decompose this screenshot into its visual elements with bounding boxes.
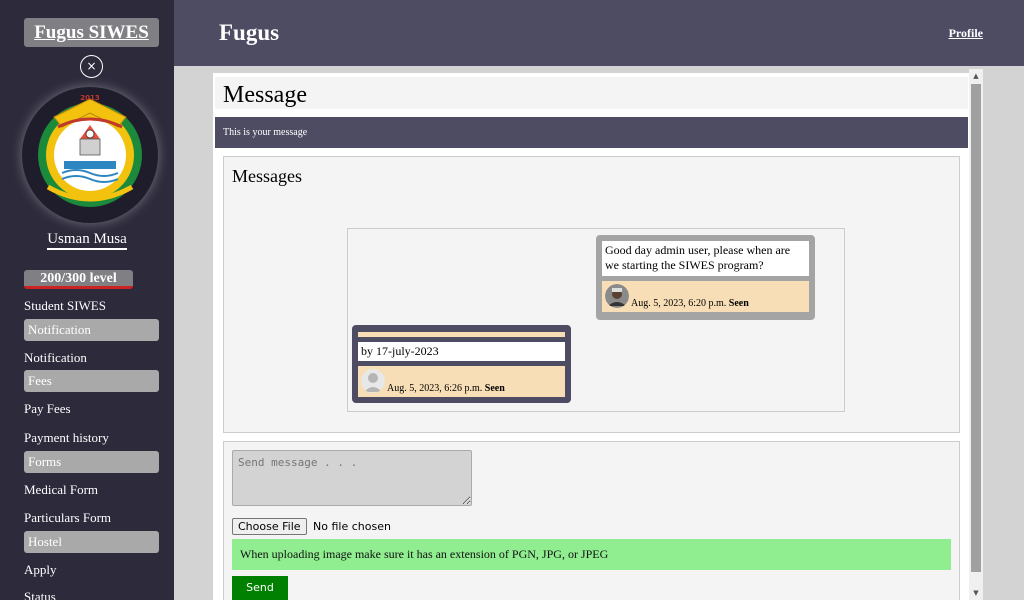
main-panel: Message This is your message Messages Go… xyxy=(213,73,969,600)
outgoing-message: by 17-july-2023 Aug. 5, 2023, 6:26 p.m. … xyxy=(352,325,571,403)
default-avatar-icon xyxy=(361,369,385,393)
file-upload: Choose File No file chosen xyxy=(232,518,391,535)
vertical-scrollbar[interactable]: ▲ ▼ xyxy=(969,69,983,600)
user-name-label: Usman Musa xyxy=(47,231,127,250)
chat-area[interactable]: Good day admin user, please when are we … xyxy=(347,228,845,412)
top-header: Fugus Profile xyxy=(174,0,1024,66)
sidebar-item-pay-fees[interactable]: Pay Fees xyxy=(24,401,71,417)
sidebar-section-notification[interactable]: Notification xyxy=(24,319,159,341)
user-photo-icon xyxy=(605,284,629,308)
scroll-thumb[interactable] xyxy=(971,84,981,572)
outgoing-message-meta: Aug. 5, 2023, 6:26 p.m. Seen xyxy=(358,366,565,397)
university-seal-icon: 2013 xyxy=(22,87,158,223)
page-title-bar: Message xyxy=(215,77,968,109)
sidebar: Fugus SIWES × 2013 Usman Musa 200/300 le… xyxy=(0,0,174,600)
sidebar-section-fees[interactable]: Fees xyxy=(24,370,159,392)
svg-text:2013: 2013 xyxy=(80,94,100,102)
message-input[interactable] xyxy=(232,450,472,506)
outgoing-seen-status: Seen xyxy=(484,383,505,394)
incoming-message-meta: Aug. 5, 2023, 6:20 p.m. Seen xyxy=(602,281,809,312)
sidebar-section-forms[interactable]: Forms xyxy=(24,451,159,473)
outgoing-message-text: by 17-july-2023 xyxy=(358,342,565,361)
no-file-text: No file chosen xyxy=(313,520,391,533)
close-sidebar-button[interactable]: × xyxy=(80,55,103,78)
sidebar-section-hostel[interactable]: Hostel xyxy=(24,531,159,553)
upload-hint: When uploading image make sure it has an… xyxy=(232,539,951,570)
sidebar-item-notification[interactable]: Notification xyxy=(24,350,87,366)
sidebar-item-particulars-form[interactable]: Particulars Form xyxy=(24,510,111,526)
incoming-message: Good day admin user, please when are we … xyxy=(596,235,815,320)
level-badge: 200/300 level xyxy=(24,270,133,289)
sidebar-item-student-siwes[interactable]: Student SIWES xyxy=(24,298,106,314)
sidebar-item-apply[interactable]: Apply xyxy=(24,562,57,578)
outgoing-meta-text: Aug. 5, 2023, 6:26 p.m. Seen xyxy=(387,383,505,394)
scroll-up-arrow-icon[interactable]: ▲ xyxy=(969,69,983,83)
message-banner: This is your message xyxy=(215,117,968,148)
sidebar-item-payment-history[interactable]: Payment history xyxy=(24,430,109,446)
outgoing-timestamp: Aug. 5, 2023, 6:26 p.m. xyxy=(387,383,483,394)
page-title: Message xyxy=(223,82,307,108)
user-name[interactable]: Usman Musa xyxy=(0,231,174,250)
messages-panel: Messages Good day admin user, please whe… xyxy=(223,156,960,433)
send-button[interactable]: Send xyxy=(232,576,288,600)
incoming-timestamp: Aug. 5, 2023, 6:20 p.m. xyxy=(631,298,727,309)
incoming-seen-status: Seen xyxy=(728,298,749,309)
sidebar-item-status[interactable]: Status xyxy=(24,589,56,600)
incoming-meta-text: Aug. 5, 2023, 6:20 p.m. Seen xyxy=(631,298,749,309)
choose-file-button[interactable]: Choose File xyxy=(232,518,307,535)
scroll-down-arrow-icon[interactable]: ▼ xyxy=(969,586,983,600)
profile-link[interactable]: Profile xyxy=(949,26,983,41)
sidebar-item-medical-form[interactable]: Medical Form xyxy=(24,482,98,498)
messages-heading: Messages xyxy=(232,166,302,186)
app-title: Fugus xyxy=(219,20,280,45)
send-message-form: Choose File No file chosen When uploadin… xyxy=(223,441,960,600)
brand-link[interactable]: Fugus SIWES xyxy=(24,18,159,47)
message-strip xyxy=(358,332,565,337)
incoming-message-text: Good day admin user, please when are we … xyxy=(602,241,809,276)
